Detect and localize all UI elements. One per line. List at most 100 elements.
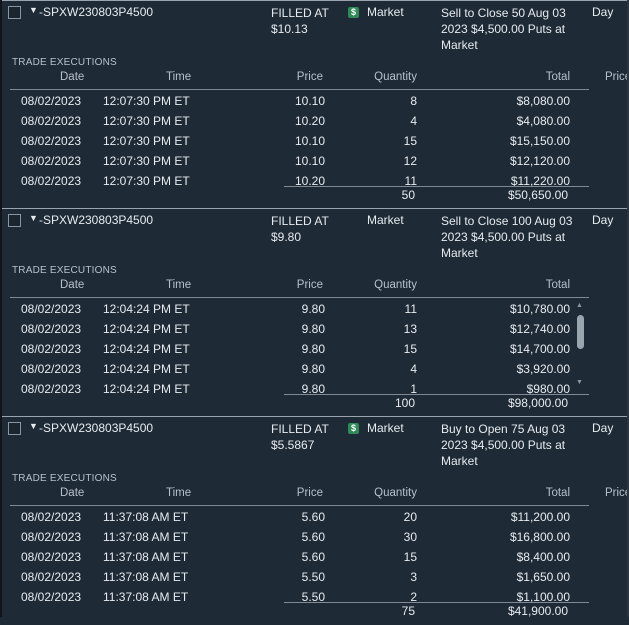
header-price-extra[interactable]: Price bbox=[605, 71, 627, 83]
scroll-down-arrow-icon[interactable]: ▼ bbox=[576, 379, 583, 386]
order-block: ▼ -SPXW230803P4500 FILLED AT $5.5867 $ Market… bbox=[2, 416, 627, 625]
exec-quantity: 1 bbox=[410, 382, 417, 394]
execution-row: 08/02/2023 11:37:08 AM ET 5.50 2 $1,100.00 bbox=[2, 587, 589, 602]
order-header: ▼ -SPXW230803P4500 FILLED AT $10.13 $ Market S… bbox=[2, 1, 627, 55]
header-date[interactable]: Date bbox=[60, 279, 84, 291]
exec-quantity: 11 bbox=[404, 174, 417, 186]
exec-quantity: 15 bbox=[403, 550, 417, 564]
exec-total: $14,700.00 bbox=[509, 342, 570, 356]
totals-divider bbox=[284, 186, 589, 187]
execution-row: 08/02/2023 11:37:08 AM ET 5.50 3 $1,650.00 bbox=[2, 567, 589, 587]
header-price[interactable]: Price bbox=[297, 71, 323, 83]
execution-row: 08/02/2023 12:04:24 PM ET 9.80 1 $980.00 bbox=[2, 379, 589, 394]
exec-time: 11:37:08 AM ET bbox=[103, 570, 189, 584]
header-total[interactable]: Total bbox=[546, 487, 570, 499]
expand-caret-icon[interactable]: ▼ bbox=[29, 421, 38, 431]
exec-date: 08/02/2023 bbox=[21, 94, 82, 108]
exec-quantity: 15 bbox=[403, 134, 417, 148]
header-divider bbox=[10, 505, 589, 506]
header-date[interactable]: Date bbox=[60, 487, 84, 499]
order-select-checkbox[interactable] bbox=[8, 214, 21, 227]
executions-header: Date Time Price Quantity Total bbox=[2, 279, 627, 297]
header-quantity[interactable]: Quantity bbox=[374, 279, 417, 291]
exec-quantity: 2 bbox=[410, 590, 417, 602]
exec-total: $15,150.00 bbox=[509, 134, 570, 148]
order-type: Market bbox=[367, 213, 404, 227]
order-description: Sell to Close 50 Aug 03 2023 $4,500.00 P… bbox=[441, 6, 566, 52]
exec-date: 08/02/2023 bbox=[21, 530, 82, 544]
order-symbol[interactable]: -SPXW230803P4500 bbox=[39, 213, 153, 227]
exec-total: $11,220.00 bbox=[510, 174, 570, 186]
time-in-force: Day bbox=[592, 421, 614, 435]
header-time[interactable]: Time bbox=[166, 279, 191, 291]
exec-quantity: 12 bbox=[403, 154, 417, 168]
exec-time: 12:04:24 PM ET bbox=[103, 382, 190, 394]
order-type: Market bbox=[367, 421, 404, 435]
totals-divider bbox=[284, 394, 589, 395]
execution-row: 08/02/2023 12:07:30 PM ET 10.10 15 $15,150.0… bbox=[2, 131, 589, 151]
total-amount: $41,900.00 bbox=[507, 604, 568, 618]
exec-time: 12:04:24 PM ET bbox=[103, 322, 190, 336]
exec-price: 10.10 bbox=[294, 94, 325, 108]
header-price-extra[interactable]: Price bbox=[605, 487, 627, 499]
status-label: FILLED AT bbox=[271, 422, 329, 436]
executions-header: Date Time Price Quantity Total Price bbox=[2, 487, 627, 505]
time-in-force: Day bbox=[592, 213, 614, 227]
executions-list: 08/02/2023 12:07:30 PM ET 10.10 8 $8,080.00 0… bbox=[2, 91, 589, 186]
fill-price: $10.13 bbox=[271, 22, 308, 36]
header-price[interactable]: Price bbox=[297, 279, 323, 291]
exec-date: 08/02/2023 bbox=[21, 342, 82, 356]
exec-price: 5.50 bbox=[301, 590, 325, 602]
order-symbol[interactable]: -SPXW230803P4500 bbox=[39, 421, 153, 435]
header-quantity[interactable]: Quantity bbox=[374, 487, 417, 499]
exec-quantity: 11 bbox=[404, 302, 417, 316]
status-label: FILLED AT bbox=[271, 214, 329, 228]
trade-executions-title: TRADE EXECUTIONS bbox=[12, 265, 117, 276]
total-quantity: 100 bbox=[394, 396, 415, 410]
order-description: Sell to Close 100 Aug 03 2023 $4,500.00 … bbox=[441, 214, 573, 260]
exec-total: $16,800.00 bbox=[509, 530, 570, 544]
header-quantity[interactable]: Quantity bbox=[374, 71, 417, 83]
execution-row: 08/02/2023 12:07:30 PM ET 10.20 11 $11,220.0… bbox=[2, 171, 589, 186]
exec-time: 12:07:30 PM ET bbox=[103, 114, 190, 128]
execution-row: 08/02/2023 12:04:24 PM ET 9.80 15 $14,700.00 bbox=[2, 339, 589, 359]
trade-executions-title: TRADE EXECUTIONS bbox=[12, 57, 117, 68]
executions-list: 08/02/2023 11:37:08 AM ET 5.60 20 $11,200.00… bbox=[2, 507, 589, 602]
header-date[interactable]: Date bbox=[60, 71, 84, 83]
exec-price: 5.60 bbox=[301, 530, 325, 544]
exec-price: 9.80 bbox=[301, 322, 325, 336]
exec-quantity: 4 bbox=[410, 362, 417, 376]
header-total[interactable]: Total bbox=[546, 71, 570, 83]
header-time[interactable]: Time bbox=[166, 487, 191, 499]
scroll-up-arrow-icon[interactable]: ▲ bbox=[576, 302, 583, 309]
expand-caret-icon[interactable]: ▼ bbox=[29, 5, 38, 15]
order-select-checkbox[interactable] bbox=[8, 6, 21, 19]
execution-row: 08/02/2023 12:04:24 PM ET 9.80 4 $3,920.00 bbox=[2, 359, 589, 379]
order-select-checkbox[interactable] bbox=[8, 422, 21, 435]
order-status: FILLED AT $10.13 bbox=[271, 5, 329, 37]
total-amount: $50,650.00 bbox=[507, 188, 568, 202]
expand-caret-icon[interactable]: ▼ bbox=[29, 213, 38, 223]
order-symbol[interactable]: -SPXW230803P4500 bbox=[39, 5, 153, 19]
exec-time: 12:04:24 PM ET bbox=[103, 362, 190, 376]
exec-time: 12:07:30 PM ET bbox=[103, 154, 190, 168]
execution-row: 08/02/2023 12:07:30 PM ET 10.10 12 $12,120.0… bbox=[2, 151, 589, 171]
header-divider bbox=[10, 297, 589, 298]
exec-time: 11:37:08 AM ET bbox=[103, 530, 189, 544]
dollar-icon: $ bbox=[348, 7, 359, 18]
exec-date: 08/02/2023 bbox=[21, 322, 82, 336]
total-quantity: 50 bbox=[401, 188, 415, 202]
header-price[interactable]: Price bbox=[297, 487, 323, 499]
exec-total: $1,650.00 bbox=[516, 570, 570, 584]
exec-quantity: 4 bbox=[410, 114, 417, 128]
exec-price: 5.60 bbox=[301, 510, 325, 524]
header-total[interactable]: Total bbox=[546, 279, 570, 291]
execution-row: 08/02/2023 12:04:24 PM ET 9.80 11 $10,780.00 bbox=[2, 299, 589, 319]
scrollbar-thumb[interactable] bbox=[577, 315, 584, 349]
exec-quantity: 20 bbox=[403, 510, 417, 524]
exec-date: 08/02/2023 bbox=[21, 134, 82, 148]
order-block: ▼ -SPXW230803P4500 FILLED AT $9.80 Market Sel… bbox=[2, 208, 627, 417]
exec-price: 10.20 bbox=[294, 114, 325, 128]
order-type: Market bbox=[367, 5, 404, 19]
header-time[interactable]: Time bbox=[166, 71, 191, 83]
